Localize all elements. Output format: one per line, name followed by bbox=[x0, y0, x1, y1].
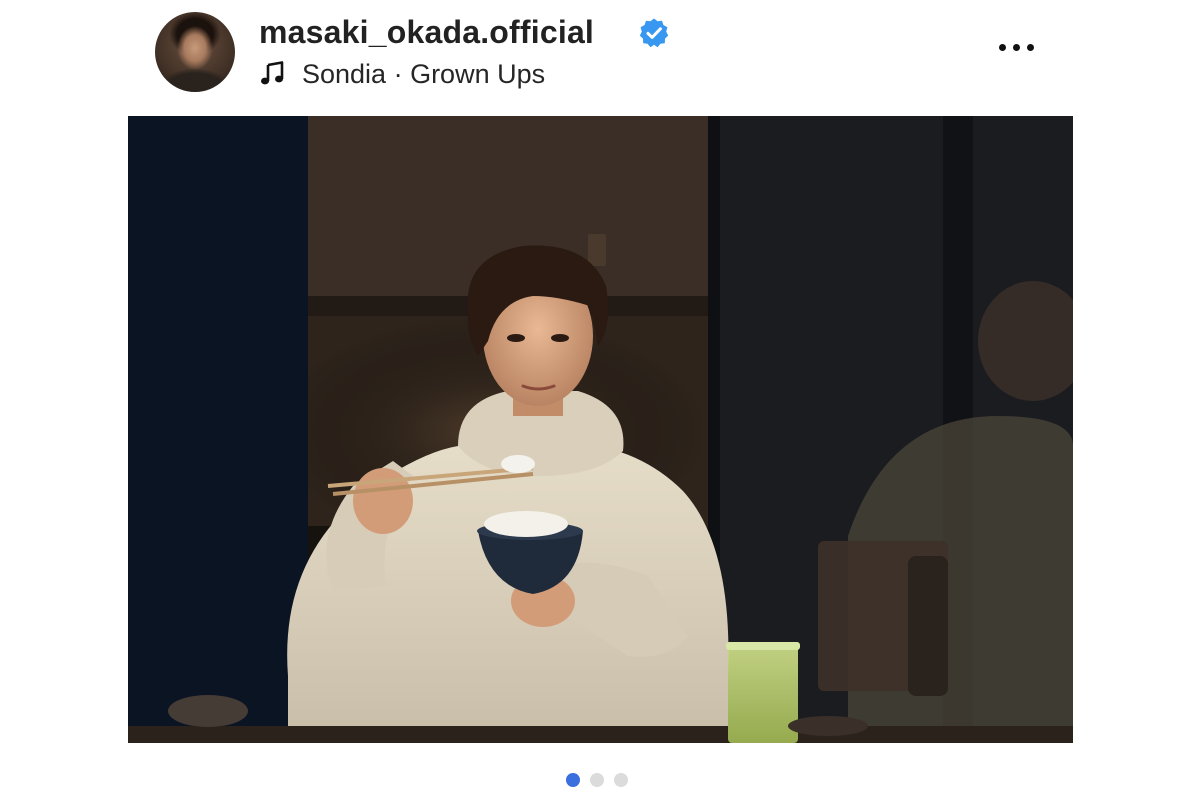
audio-track-label[interactable]: Sondia · Grown Ups bbox=[302, 57, 545, 91]
profile-avatar[interactable] bbox=[155, 12, 235, 92]
carousel-indicator bbox=[566, 773, 628, 787]
post-header: masaki_okada.official Sondia · Grown Ups bbox=[0, 0, 1200, 110]
carousel-dot-3[interactable] bbox=[614, 773, 628, 787]
post-photo[interactable] bbox=[128, 116, 1073, 743]
more-dot bbox=[1012, 43, 1020, 51]
photo-illustration bbox=[128, 116, 1073, 743]
verified-badge-icon bbox=[639, 18, 669, 48]
more-options-icon[interactable] bbox=[992, 32, 1040, 62]
more-dot bbox=[998, 43, 1006, 51]
music-note-icon bbox=[261, 61, 284, 85]
carousel-dot-1[interactable] bbox=[566, 773, 580, 787]
more-dot bbox=[1026, 43, 1034, 51]
username[interactable]: masaki_okada.official bbox=[259, 12, 594, 52]
carousel-dot-2[interactable] bbox=[590, 773, 604, 787]
